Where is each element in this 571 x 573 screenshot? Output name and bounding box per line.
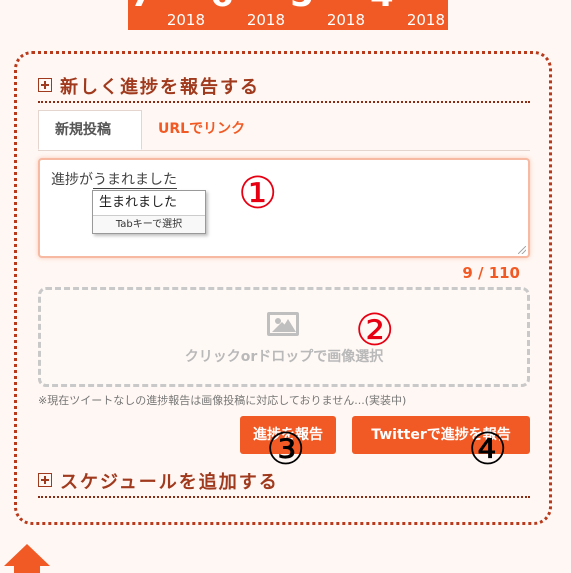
typed-prefix: 進捗が — [51, 172, 93, 188]
ime-candidate[interactable]: 生まれました — [93, 191, 205, 215]
date-day: 4 — [370, 0, 394, 12]
tab-new-post[interactable]: 新規投稿 — [38, 110, 142, 150]
annotation-4: ④ — [468, 424, 508, 475]
typed-composing: うまれました — [93, 172, 177, 189]
annotation-3: ③ — [266, 424, 306, 475]
post-tabs: 新規投稿 URLでリンク — [38, 110, 530, 151]
image-icon — [267, 312, 299, 336]
back-to-top-stem[interactable] — [14, 565, 40, 573]
image-dropzone[interactable]: クリックorドロップで画像選択 — [38, 287, 530, 387]
image-note: ※現在ツイートなしの進捗報告は画像投稿に対応しておりません...(実装中) — [38, 394, 407, 407]
date-year: 2018 — [326, 11, 365, 29]
ime-hint: Tabキーで選択 — [93, 215, 205, 233]
report-textarea[interactable]: 進捗がうまれました 生まれました Tabキーで選択 — [38, 158, 530, 258]
typed-text: 進捗がうまれました — [51, 169, 177, 189]
new-report-title-text: 新しく進捗を報告する — [60, 77, 260, 98]
date-block-7[interactable]: 7 2018 — [128, 0, 208, 30]
date-year: 2018 — [246, 11, 285, 29]
new-report-section-title[interactable]: 新しく進捗を報告する — [38, 75, 530, 103]
annotation-1: ① — [238, 168, 278, 219]
date-day: 5 — [290, 0, 314, 12]
expand-plus-icon — [38, 78, 52, 92]
date-year: 2018 — [166, 11, 205, 29]
resize-handle[interactable] — [518, 246, 526, 254]
date-block-6[interactable]: 6 2018 — [208, 0, 288, 30]
dropzone-text: クリックorドロップで画像選択 — [184, 349, 384, 365]
schedule-title-text: スケジュールを追加する — [60, 472, 279, 493]
schedule-section-title[interactable]: スケジュールを追加する — [38, 470, 530, 498]
date-block-5[interactable]: 5 2018 — [288, 0, 368, 30]
date-day: 7 — [130, 0, 154, 12]
char-counter: 9 / 110 — [462, 264, 520, 282]
back-to-top-arrow-icon[interactable] — [4, 544, 50, 566]
ime-candidate-popup: 生まれました Tabキーで選択 — [92, 190, 206, 234]
annotation-2: ② — [355, 305, 395, 356]
date-year: 2018 — [406, 11, 445, 29]
date-block-4[interactable]: 4 2018 — [368, 0, 448, 30]
date-day: 6 — [210, 0, 234, 12]
expand-plus-icon — [38, 473, 52, 487]
tab-url-link[interactable]: URLでリンク — [142, 110, 261, 150]
